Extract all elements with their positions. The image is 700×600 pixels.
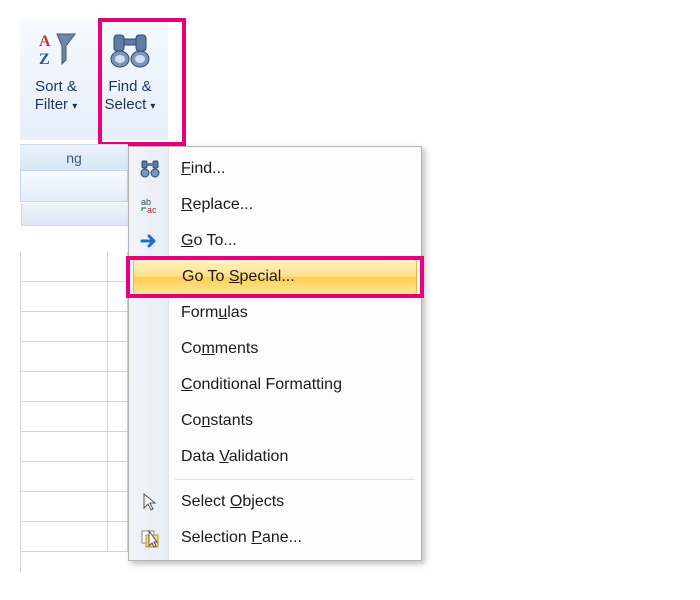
ribbon-editing-group: A Z Sort & Filter ▾ Find & Select ▾ (20, 20, 168, 140)
sort-filter-label: Sort & Filter ▾ (35, 78, 78, 114)
menu-item-find[interactable]: Find... (131, 151, 419, 187)
find-select-menu: Find... abac Replace... Go To... Go To Speci… (128, 146, 422, 561)
menu-item-label: Conditional Formatting (181, 376, 342, 394)
chevron-down-icon: ▾ (150, 101, 155, 113)
menu-item-label: Select Objects (181, 493, 284, 511)
menu-item-label: Data Validation (181, 448, 288, 466)
menu-item-formulas[interactable]: Formulas (131, 295, 419, 331)
blank-icon (139, 410, 161, 432)
svg-text:Z: Z (39, 51, 50, 68)
menu-item-sel-objects[interactable]: Select Objects (131, 484, 419, 520)
menu-item-cond-fmt[interactable]: Conditional Formatting (131, 367, 419, 403)
find-select-button[interactable]: Find & Select ▾ (92, 20, 168, 140)
arrow-right-icon (139, 230, 161, 252)
menu-item-label: Replace... (181, 196, 253, 214)
menu-item-sel-pane[interactable]: Selection Pane... (131, 520, 419, 556)
worksheet-grid[interactable] (20, 252, 128, 572)
menu-item-label: Comments (181, 340, 258, 358)
menu-item-comments[interactable]: Comments (131, 331, 419, 367)
sort-filter-button[interactable]: A Z Sort & Filter ▾ (20, 20, 92, 140)
sort-filter-icon: A Z (32, 26, 80, 74)
binoculars-icon (139, 158, 161, 180)
binoculars-icon (106, 26, 154, 74)
formula-bar-fragment (20, 170, 128, 202)
blank-icon (139, 302, 161, 324)
menu-item-goto-special[interactable]: Go To Special... (133, 259, 417, 295)
menu-item-label: Constants (181, 412, 253, 430)
menu-item-label: Go To Special... (182, 268, 295, 286)
menu-item-data-val[interactable]: Data Validation (131, 439, 419, 475)
chevron-down-icon: ▾ (72, 101, 77, 113)
ribbon-group-label: ng (20, 144, 128, 170)
svg-text:A: A (39, 33, 51, 50)
pointer-icon (139, 491, 161, 513)
svg-text:ac: ac (147, 205, 157, 214)
blank-icon (139, 374, 161, 396)
menu-item-label: Find... (181, 160, 225, 178)
menu-item-label: Go To... (181, 232, 237, 250)
replace-icon: abac (139, 194, 161, 216)
menu-item-label: Selection Pane... (181, 529, 302, 547)
menu-item-constants[interactable]: Constants (131, 403, 419, 439)
menu-item-replace[interactable]: abac Replace... (131, 187, 419, 223)
menu-separator (175, 479, 415, 480)
blank-icon (139, 338, 161, 360)
menu-item-label: Formulas (181, 304, 248, 322)
blank-icon (139, 446, 161, 468)
menu-item-goto[interactable]: Go To... (131, 223, 419, 259)
sel-pane-icon (139, 527, 161, 549)
blank-icon (142, 266, 164, 288)
find-select-label: Find & Select ▾ (105, 78, 156, 114)
